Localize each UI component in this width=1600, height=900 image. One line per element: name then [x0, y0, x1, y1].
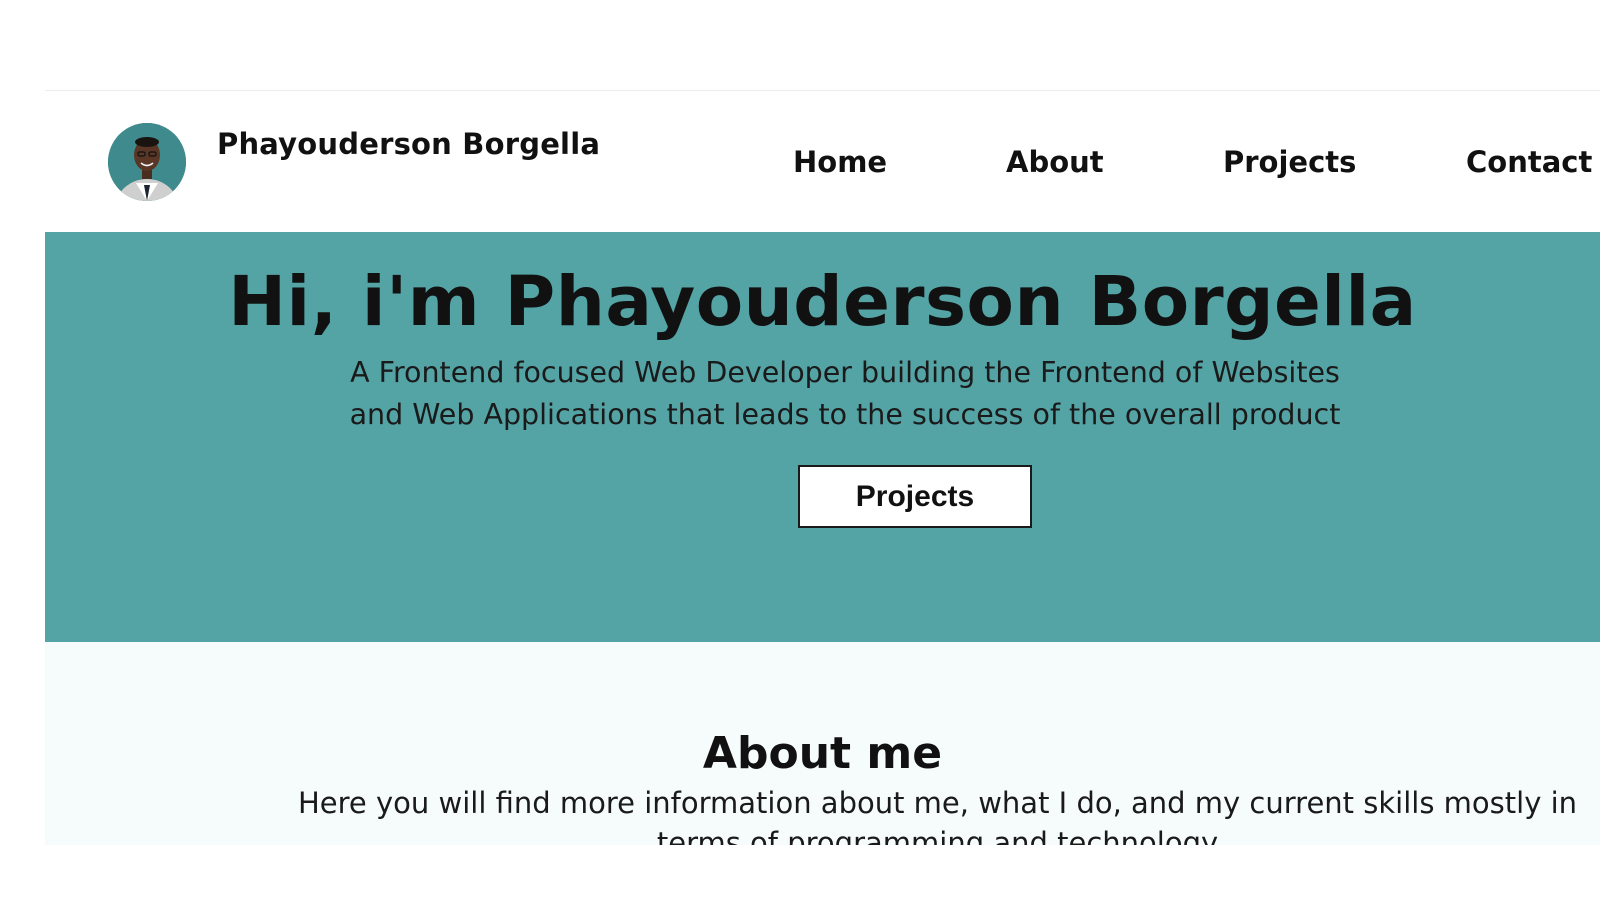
- nav-link-about[interactable]: About: [1006, 145, 1104, 179]
- nav-link-projects[interactable]: Projects: [1223, 145, 1356, 179]
- about-description: Here you will find more information abou…: [297, 786, 1578, 845]
- navbar: Phayouderson Borgella Home About Project…: [45, 91, 1600, 232]
- nav-link-home[interactable]: Home: [793, 145, 887, 179]
- hero-title: Hi, i'm Phayouderson Borgella: [228, 262, 1417, 342]
- about-title: About me: [702, 728, 943, 779]
- hero-subtitle: A Frontend focused Web Developer buildin…: [349, 356, 1341, 431]
- profile-photo-icon: [108, 123, 186, 201]
- page-frame: Phayouderson Borgella Home About Project…: [45, 90, 1600, 845]
- avatar: [108, 123, 186, 201]
- about-section: About me Here you will find more informa…: [45, 642, 1600, 845]
- nav-link-contact[interactable]: Contact: [1466, 145, 1592, 179]
- brand-name[interactable]: Phayouderson Borgella: [217, 127, 600, 161]
- projects-button[interactable]: Projects: [798, 465, 1032, 528]
- hero-section: Hi, i'm Phayouderson Borgella A Frontend…: [45, 232, 1600, 642]
